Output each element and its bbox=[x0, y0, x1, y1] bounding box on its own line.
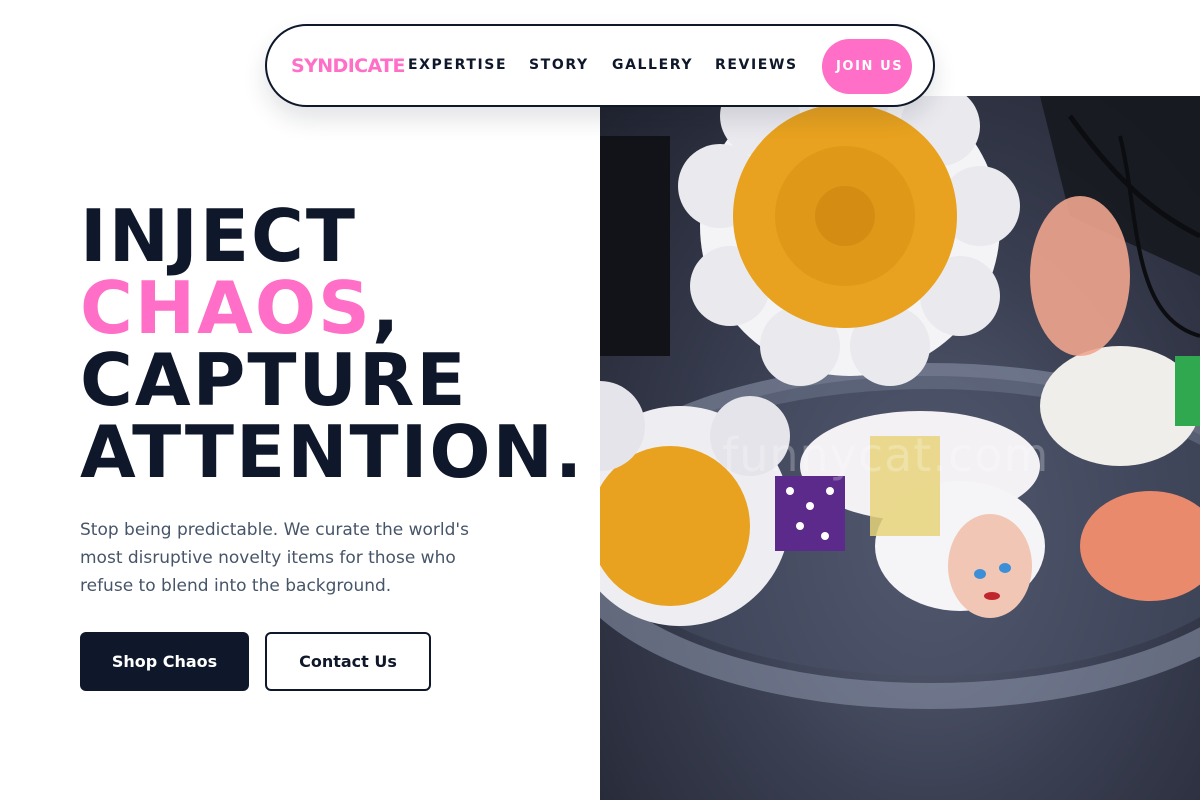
hero-headline: INJECT CHAOS, CAPTURE ATTENTION. bbox=[80, 200, 600, 488]
headline-line-2: CHAOS, bbox=[80, 272, 600, 344]
nav-link-story[interactable]: STORY bbox=[529, 57, 589, 73]
image-watermark: funnycat.com bbox=[722, 428, 1050, 482]
nav-link-reviews[interactable]: REVIEWS bbox=[715, 57, 798, 73]
join-us-button[interactable]: JOIN US bbox=[822, 39, 912, 94]
nav-link-gallery[interactable]: GALLERY bbox=[612, 57, 693, 73]
shop-chaos-button[interactable]: Shop Chaos bbox=[80, 632, 249, 691]
brand-logo-link[interactable]: SYNDICATE bbox=[291, 55, 406, 77]
hero-subtitle: Stop being predictable. We curate the wo… bbox=[80, 520, 469, 596]
headline-line-3: CAPTURE bbox=[80, 338, 468, 422]
headline-line-4: ATTENTION. bbox=[80, 410, 585, 494]
nav-link-expertise[interactable]: EXPERTISE bbox=[408, 57, 507, 73]
top-navigation-bar: SYNDICATE EXPERTISE STORY GALLERY REVIEW… bbox=[265, 24, 935, 107]
headline-line-1: INJECT bbox=[80, 194, 357, 278]
contact-us-button[interactable]: Contact Us bbox=[265, 632, 431, 691]
